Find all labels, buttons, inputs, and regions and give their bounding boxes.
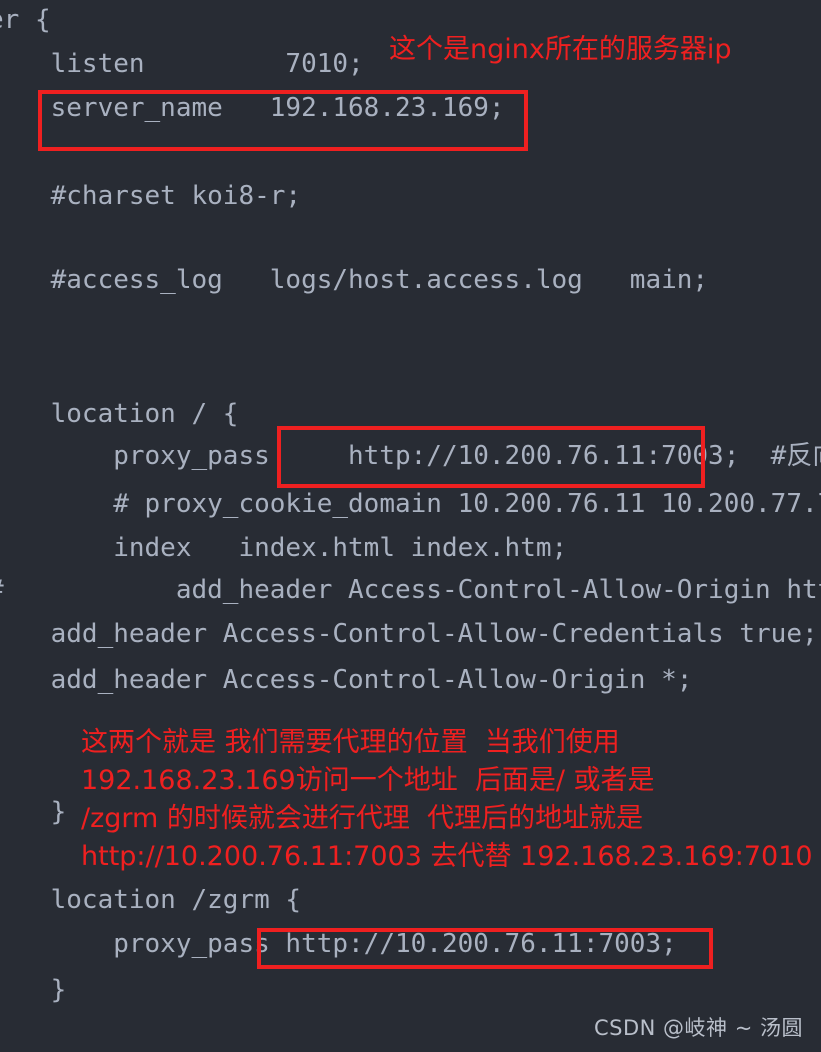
- code-line: index index.html index.htm;: [0, 533, 568, 563]
- code-line: #access_log logs/host.access.log main;: [0, 265, 709, 295]
- csdn-watermark: CSDN @岐神 ~ 汤圆: [594, 1016, 803, 1040]
- code-line: proxy_pass http://10.200.76.11:7003; #反向…: [0, 441, 821, 471]
- code-line: }: [50, 797, 67, 827]
- code-line: er {: [0, 5, 51, 35]
- nginx-config-screenshot: er { listen 7010; server_name 192.168.23…: [0, 0, 821, 1052]
- code-line: location /zgrm {: [0, 885, 302, 915]
- code-line: server_name 192.168.23.169;: [0, 93, 505, 123]
- code-line: listen 7010;: [0, 49, 364, 79]
- code-line: # add_header Access-Control-Allow-Origin…: [0, 575, 821, 605]
- code-line: add_header Access-Control-Allow-Origin *…: [0, 665, 693, 695]
- code-line: #charset koi8-r;: [0, 181, 302, 211]
- server-ip-note: 这个是nginx所在的服务器ip: [389, 34, 732, 65]
- code-line: }: [50, 975, 67, 1005]
- proxy-explain-line-3: /zgrm 的时候就会进行代理 代理后的地址就是: [81, 803, 644, 834]
- proxy-explain-line-1: 这两个就是 我们需要代理的位置 当我们使用: [81, 727, 620, 758]
- code-line: proxy_pass http://10.200.76.11:7003;: [0, 929, 677, 959]
- code-line: location / {: [0, 399, 239, 429]
- code-line: add_header Access-Control-Allow-Credenti…: [0, 619, 818, 649]
- code-line: # proxy_cookie_domain 10.200.76.11 10.20…: [0, 489, 821, 519]
- proxy-explain-line-2: 192.168.23.169访问一个地址 后面是/ 或者是: [81, 765, 655, 796]
- proxy-explain-line-4: http://10.200.76.11:7003 去代替 192.168.23.…: [81, 841, 813, 872]
